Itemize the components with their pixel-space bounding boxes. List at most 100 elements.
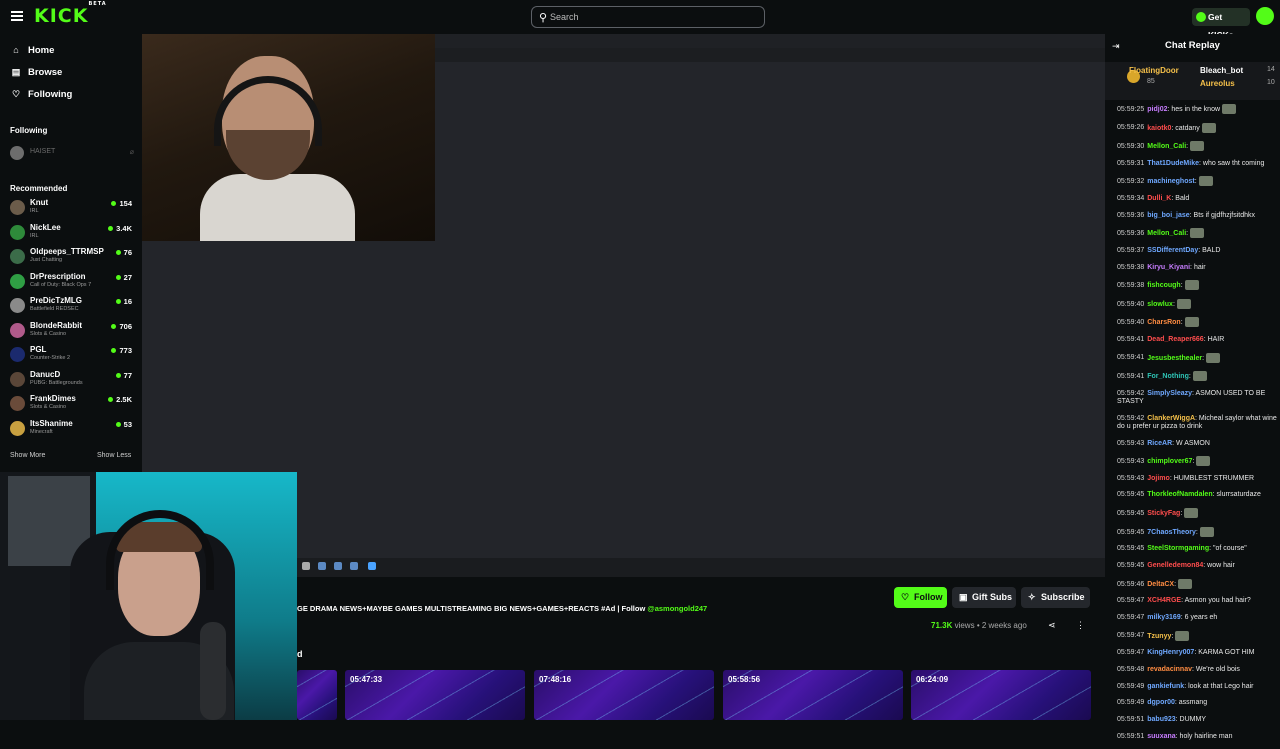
recommended-channel[interactable]: ItsShanime Minecraft 53 <box>10 419 134 439</box>
chat-username[interactable]: milky3169 <box>1147 614 1180 621</box>
emote-icon <box>1184 317 1199 328</box>
chat-username[interactable]: Genelledemon84 <box>1147 562 1203 569</box>
message-time: 05:59:30 <box>1117 142 1145 150</box>
chat-username[interactable]: Dead_Reaper666 <box>1147 336 1203 343</box>
chat-username[interactable]: kaiotk0 <box>1147 124 1171 131</box>
chat-username[interactable]: fishcough <box>1147 282 1180 289</box>
recommended-channel[interactable]: PGL Counter-Strike 2 773 <box>10 345 134 365</box>
search-input[interactable] <box>550 9 750 25</box>
recommended-channel[interactable]: DrPrescription Call of Duty: Black Ops 7 2… <box>10 272 134 292</box>
message-time: 05:59:41 <box>1117 354 1145 362</box>
vod-thumbnail[interactable]: 05:58:56 <box>723 670 903 720</box>
vod-thumbnail[interactable]: 05:47:33 <box>345 670 525 720</box>
subscribe-button[interactable]: ✧ Subscribe <box>1021 587 1090 608</box>
message-time: 05:59:45 <box>1117 491 1145 499</box>
recommended-channel[interactable]: BlondeRabbit Slots & Casino 706 <box>10 321 134 341</box>
gifter-name[interactable]: Bleach_bot <box>1200 66 1243 75</box>
channel-name: ItsShanime <box>30 418 73 428</box>
top-gifter-name[interactable]: FloatingDoor <box>1129 66 1179 75</box>
chat-message: 05:59:25 pidj02: hes in the know <box>1117 104 1277 114</box>
chat-username[interactable]: CharsRon <box>1147 319 1180 326</box>
chat-username[interactable]: revadacinnav <box>1147 666 1192 673</box>
message-time: 05:59:36 <box>1117 230 1145 238</box>
chat-username[interactable]: 7ChaosTheory <box>1147 529 1196 536</box>
get-kicks-button[interactable]: Get KICKs <box>1192 8 1250 40</box>
chat-message: 05:59:45 SteelStormgaming: "of course" <box>1117 545 1247 553</box>
chat-username[interactable]: Dulli_K <box>1147 195 1171 202</box>
chat-message: 05:59:42 ClankerWiggA: Micheal saylor wha… <box>1117 414 1277 430</box>
chat-username[interactable]: That1DudeMike <box>1147 160 1199 167</box>
chat-username[interactable]: SimplySleazy <box>1147 390 1192 397</box>
chat-username[interactable]: machineghost <box>1147 178 1194 185</box>
gifter-name[interactable]: Aureolus <box>1200 79 1235 88</box>
nav-following[interactable]: ♡ Following <box>10 89 72 103</box>
chat-username[interactable]: suuxana <box>1147 733 1175 740</box>
follow-button[interactable]: ♡ Follow <box>894 587 947 608</box>
vod-thumbnail[interactable] <box>297 670 337 720</box>
message-time: 05:59:45 <box>1117 545 1145 553</box>
chat-username[interactable]: big_boi_jase <box>1147 212 1189 219</box>
recommended-channel[interactable]: DanucD PUBG: Battlegrounds 77 <box>10 370 134 390</box>
chat-message: 05:59:41 For_Nothing: <box>1117 371 1277 382</box>
vod-duration: 07:48:16 <box>539 675 572 684</box>
chat-username[interactable]: XCH4RGE <box>1147 597 1181 604</box>
stream-stats: 71.3K views • 2 weeks ago <box>931 621 1027 630</box>
chat-username[interactable]: gankiefunk <box>1147 683 1184 690</box>
sidebar: ⌂ Home ▤ Browse ♡ Following Following HAISE… <box>0 34 142 472</box>
channel-name: DanucD <box>30 369 61 379</box>
chat-username[interactable]: DeltaCX <box>1147 581 1174 588</box>
message-time: 05:59:47 <box>1117 649 1145 657</box>
channel-avatar <box>10 298 25 313</box>
recommended-channel[interactable]: NickLee IRL 3.4K <box>10 223 134 243</box>
share-icon[interactable]: ⋖ <box>1048 620 1056 631</box>
menu-icon[interactable] <box>11 11 23 21</box>
recommended-channel[interactable]: Oldpeeps_TTRMSP Just Chatting 76 <box>10 247 134 267</box>
chat-messages: 05:59:25 pidj02: hes in the know 05:59:26… <box>1117 104 1277 749</box>
chat-username[interactable]: chimplover67 <box>1147 458 1192 465</box>
chat-username[interactable]: Mellon_Cali <box>1147 143 1186 150</box>
chat-username[interactable]: For_Nothing <box>1147 373 1189 380</box>
recommended-heading: Recommended <box>10 184 68 193</box>
chat-username[interactable]: SSDifferentDay <box>1147 247 1198 254</box>
show-less-link[interactable]: Show Less <box>97 452 131 459</box>
view-count: 71.3K <box>931 621 953 630</box>
chat-username[interactable]: Tzunyy <box>1147 632 1171 639</box>
channel-avatar <box>10 322 25 338</box>
stream-info: ♡ Follow ▣ Gift Subs ✧ Subscribe GE DRAMA N… <box>297 577 1105 720</box>
chat-username[interactable]: dgpor00 <box>1147 699 1175 706</box>
chat-username[interactable]: Kiryu_Kiyani <box>1147 264 1190 271</box>
recommended-channel[interactable]: Knut IRL 154 <box>10 198 134 218</box>
chat-username[interactable]: ClankerWiggA <box>1147 415 1195 422</box>
recommended-channel[interactable]: PreDicTzMLG Battlefield REDSEC 16 <box>10 296 134 316</box>
chat-username[interactable]: babu923 <box>1147 716 1175 723</box>
chat-username[interactable]: StickyFag <box>1147 510 1180 517</box>
recommended-channel[interactable]: FrankDimes Slots & Casino 2.5K <box>10 394 134 414</box>
chat-username[interactable]: pidj02 <box>1147 106 1167 113</box>
chat-username[interactable]: Jesusbesthealer <box>1147 354 1202 361</box>
nav-home[interactable]: ⌂ Home <box>10 45 54 59</box>
kick-logo[interactable]: KICKBETA <box>34 1 107 27</box>
chat-username[interactable]: ThorkleofNamdalen <box>1147 491 1212 498</box>
chat-message: 05:59:43 Jojimo: HUMBLEST STRUMMER <box>1117 474 1255 482</box>
gift-subs-button[interactable]: ▣ Gift Subs <box>952 587 1016 608</box>
message-time: 05:59:51 <box>1117 732 1145 740</box>
nav-browse[interactable]: ▤ Browse <box>10 67 63 81</box>
show-more-link[interactable]: Show More <box>10 452 45 459</box>
following-channel[interactable]: HAISET ⌀ <box>10 146 134 160</box>
taskbar-icon <box>368 562 376 570</box>
search-box[interactable]: ⚲ <box>531 6 765 28</box>
vod-thumbnail[interactable]: 07:48:16 <box>534 670 714 720</box>
chat-username[interactable]: KingHenry007 <box>1147 649 1194 656</box>
message-time: 05:59:41 <box>1117 335 1145 343</box>
follow-tag-link[interactable]: @asmongold247 <box>647 604 707 613</box>
chat-username[interactable]: SteelStormgaming <box>1147 545 1209 552</box>
user-avatar[interactable] <box>1256 7 1274 25</box>
chat-username[interactable]: Mellon_Cali <box>1147 230 1186 237</box>
heart-icon: ♡ <box>11 89 21 99</box>
chat-username[interactable]: Jojimo <box>1147 475 1170 482</box>
chat-username[interactable]: RiceAR <box>1147 440 1172 447</box>
chat-username[interactable]: slowlux <box>1147 301 1173 308</box>
vod-thumbnail[interactable]: 06:24:09 <box>911 670 1091 720</box>
more-options-icon[interactable]: ⋮ <box>1076 620 1085 631</box>
star-icon: ✧ <box>1028 592 1036 602</box>
